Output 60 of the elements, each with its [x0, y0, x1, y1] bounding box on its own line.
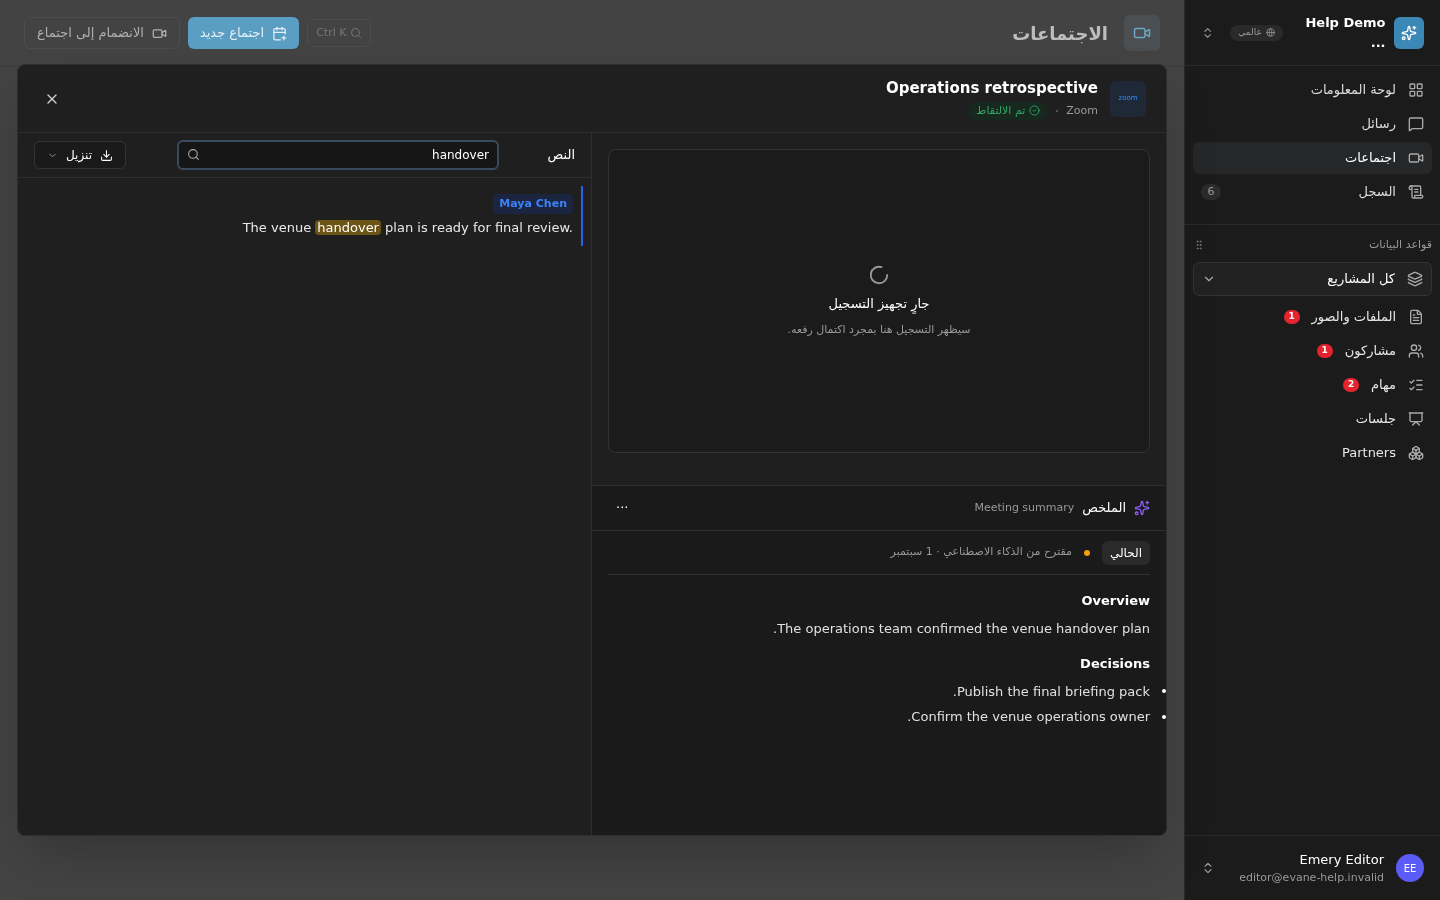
section-title: قواعد البيانات [1369, 237, 1432, 253]
video-camera-icon [1124, 15, 1160, 51]
version-chip[interactable]: الحالي [1101, 540, 1150, 565]
document-icon [1408, 308, 1424, 325]
presentation-icon [1408, 410, 1424, 427]
version-source: مقترح من الذكاء الاصطناعي · 1 سبتمبر [890, 544, 1072, 561]
sidebar-item[interactable]: اجتماعات [1193, 142, 1432, 174]
scroll-icon [1408, 184, 1424, 200]
join-meeting-button[interactable]: الانضمام إلى اجتماع [24, 17, 180, 49]
calendar-plus-icon [272, 25, 288, 41]
decision-item: Confirm the venue operations owner. [907, 708, 1150, 726]
user-avatar: EE [1396, 854, 1424, 882]
summary-paragraph: The operations team confirmed the venue handover plan. [772, 619, 1150, 638]
status-badge: تم الالتقاط [968, 101, 1049, 120]
sparkle-logo-icon [1393, 16, 1424, 49]
count-badge: 6 [1201, 184, 1221, 200]
search-icon [350, 27, 363, 39]
sidebar-item[interactable]: Partners [1193, 435, 1432, 470]
summary-subtitle: Meeting summary [974, 499, 1075, 516]
bullet-icon [1162, 689, 1166, 694]
search-field[interactable]: handover [177, 140, 499, 170]
sidebar-item[interactable]: لوحة المعلومات [1193, 74, 1432, 106]
count-badge: 1 [1283, 309, 1300, 324]
section-heading: Decisions [1079, 655, 1150, 673]
scope-badge: عالمي [1230, 24, 1283, 41]
chat-icon [1408, 116, 1424, 132]
layers-icon [1407, 270, 1423, 287]
project-select[interactable]: كل المشاريع [1193, 261, 1432, 296]
recording-title: جارٍ تجهيز التسجيل [828, 294, 930, 314]
grid-icon [1408, 82, 1424, 98]
more-button[interactable]: ··· [608, 498, 637, 518]
sparkle-icon [1134, 500, 1150, 516]
sidebar-item[interactable]: رسائل [1193, 108, 1432, 140]
people-icon [1408, 342, 1424, 359]
count-badge: 1 [1316, 343, 1333, 358]
video-camera-icon [1408, 150, 1424, 166]
workspace-name[interactable]: Help Demo ... [1290, 13, 1386, 52]
transcript-text: The venue handover plan is ready for final review. [242, 219, 573, 237]
sidebar-item[interactable]: جلسات [1193, 401, 1432, 436]
section-heading: Overview [1080, 592, 1150, 610]
bullet-icon [1162, 714, 1166, 719]
decision-item: Publish the final briefing pack. [952, 682, 1150, 701]
provider-label: Zoom [1066, 102, 1098, 119]
count-badge: 2 [1343, 377, 1360, 392]
meeting-title: Operations retrospective [885, 78, 1098, 100]
speaker-tag: Maya Chen [493, 194, 573, 214]
search-icon [187, 148, 200, 161]
transcript-label: النص [546, 146, 575, 165]
summary-title: الملخص [1082, 499, 1126, 518]
page-title: الاجتماعات [1012, 21, 1108, 46]
drag-handle-icon[interactable] [1193, 239, 1205, 252]
transcript-entry[interactable]: Maya Chen The venue handover plan is ready for final review. [26, 186, 583, 246]
download-icon [100, 148, 113, 162]
boxes-icon [1408, 444, 1424, 461]
user-name: Emery Editor [1298, 851, 1384, 869]
recording-message: سيظهر التسجيل هنا بمجرد اكتمال رفعه. [787, 321, 971, 338]
check-circle-icon [1029, 105, 1041, 117]
loading-spinner-icon [868, 264, 890, 286]
user-email: editor@evane-help.invalid [1239, 869, 1384, 886]
download-button[interactable]: تنزيل [34, 141, 126, 169]
